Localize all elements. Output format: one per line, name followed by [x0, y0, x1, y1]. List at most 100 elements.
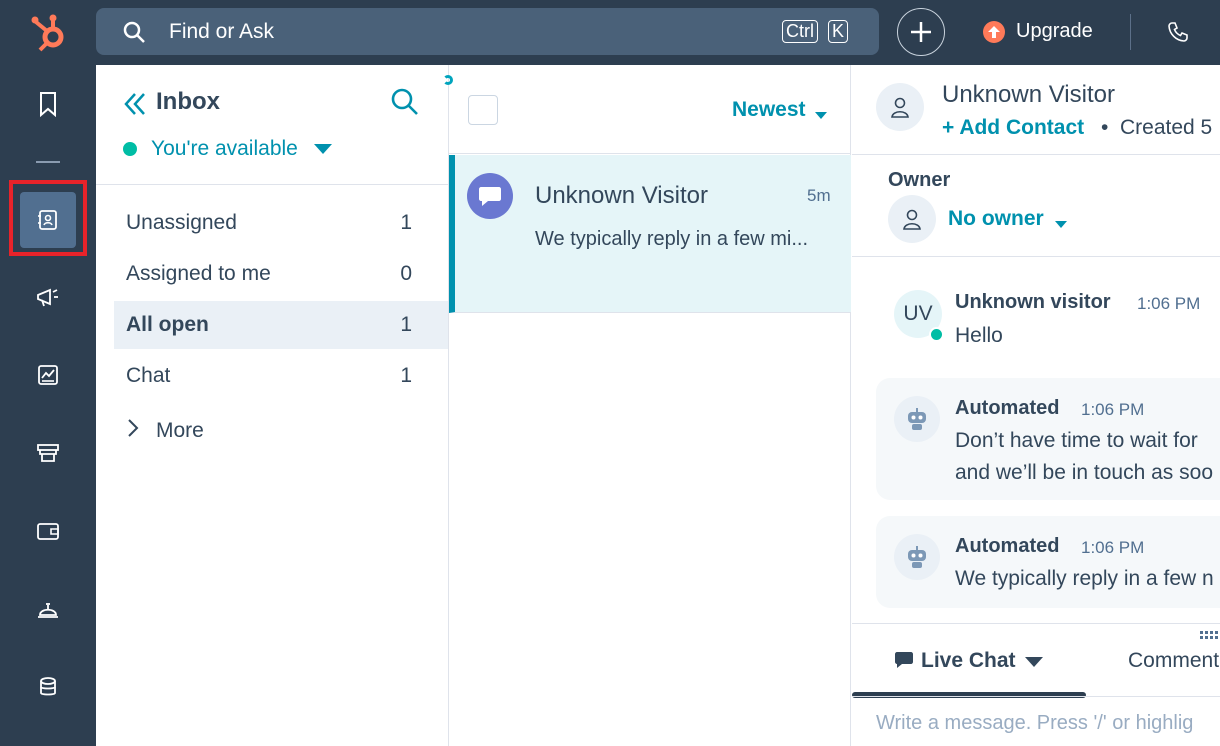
owner-avatar — [888, 195, 936, 243]
contact-avatar — [876, 83, 924, 131]
filter-label: Chat — [126, 364, 171, 387]
chevron-right-icon[interactable] — [126, 417, 140, 444]
filter-label: Unassigned — [126, 211, 237, 234]
tab-comment[interactable]: Comment — [1128, 649, 1219, 673]
filter-assigned-to-me[interactable]: Assigned to me 0 — [114, 250, 448, 298]
filter-label: All open — [126, 313, 209, 336]
active-tab-indicator — [852, 692, 1086, 698]
conversation-contact-name: Unknown Visitor — [535, 182, 708, 209]
sort-dropdown[interactable]: Newest — [732, 98, 806, 122]
availability-dropdown[interactable]: You're available — [151, 137, 298, 161]
user-icon — [903, 209, 921, 230]
message-text: and we’ll be in touch as soo — [955, 461, 1213, 484]
hubspot-logo-icon[interactable] — [28, 10, 72, 54]
message-text: Don’t have time to wait for — [955, 429, 1198, 452]
caret-down-icon[interactable] — [1055, 216, 1067, 234]
robot-icon — [894, 396, 940, 442]
data-icon — [40, 677, 56, 696]
filter-count: 1 — [400, 364, 412, 387]
message-author: Unknown visitor — [955, 291, 1111, 313]
owner-dropdown[interactable]: No owner — [948, 207, 1044, 231]
caret-down-icon[interactable] — [815, 107, 827, 125]
composer-divider — [852, 623, 1220, 624]
service-nav-item[interactable] — [20, 581, 76, 637]
created-date: Created 5 — [1120, 116, 1213, 139]
shortcut-ctrl-key: Ctrl — [782, 20, 818, 43]
wallet-icon — [37, 523, 59, 540]
reports-nav-item[interactable] — [20, 347, 76, 403]
global-search-bar[interactable]: Find or Ask Ctrl K — [96, 8, 879, 55]
inbox-search-icon[interactable] — [390, 87, 420, 122]
filter-count: 1 — [400, 313, 412, 336]
message-time: 1:06 PM — [1137, 294, 1201, 313]
select-all-checkbox[interactable] — [468, 95, 498, 125]
online-status-dot — [929, 327, 944, 342]
bookmarks-nav-item[interactable] — [20, 76, 76, 132]
filter-label: Assigned to me — [126, 262, 271, 285]
inbox-divider — [96, 184, 448, 185]
filter-count: 0 — [400, 262, 412, 285]
caret-down-icon[interactable] — [1024, 655, 1044, 673]
search-icon — [122, 20, 146, 49]
message-author: Automated — [955, 397, 1060, 419]
message-time: 1:06 PM — [1081, 538, 1145, 557]
search-placeholder: Find or Ask — [169, 20, 275, 43]
message-composer-input[interactable]: Write a message. Press '/' or highlig — [876, 712, 1193, 735]
rail-divider — [36, 161, 60, 163]
upgrade-arrow-icon[interactable] — [982, 20, 1006, 49]
conversation-preview: We typically reply in a few mi... — [535, 228, 809, 250]
automated-message: Automated 1:06 PM Don’t have time to wai… — [876, 378, 1220, 500]
caret-down-icon[interactable] — [313, 142, 333, 160]
shortcut-k-key: K — [828, 20, 849, 43]
user-icon — [891, 97, 909, 118]
data-nav-item[interactable] — [20, 659, 76, 715]
filter-count: 1 — [400, 211, 412, 234]
upgrade-button[interactable]: Upgrade — [1016, 20, 1093, 43]
filter-chat[interactable]: Chat 1 — [114, 352, 448, 400]
filter-all-open[interactable]: All open 1 — [114, 301, 448, 349]
message-author: Automated — [955, 535, 1060, 557]
filter-unassigned[interactable]: Unassigned 1 — [114, 199, 448, 247]
robot-icon — [894, 534, 940, 580]
availability-status-dot — [123, 142, 137, 156]
chat-bubble-icon — [467, 173, 513, 219]
owner-label: Owner — [888, 169, 951, 191]
marketing-icon — [37, 288, 58, 307]
create-new-button[interactable] — [897, 8, 945, 56]
conversation-list-header: Newest — [443, 65, 851, 154]
automated-message: Automated 1:06 PM We typically reply in … — [876, 516, 1220, 608]
marketing-nav-item[interactable] — [20, 269, 76, 325]
conversation-detail: Unknown Visitor + Add Contact • Created … — [852, 65, 1220, 746]
contact-title: Unknown Visitor — [942, 81, 1115, 108]
separator-bullet: • — [1101, 116, 1109, 139]
collapse-panel-icon[interactable] — [123, 91, 147, 122]
message-text: Hello — [955, 324, 1003, 347]
owner-divider — [852, 256, 1220, 257]
topbar-divider — [1130, 14, 1131, 50]
inbox-panel: Inbox You're available Unassigned 1 Assi… — [96, 65, 449, 746]
phone-icon[interactable] — [1166, 20, 1190, 49]
bookmark-icon — [40, 92, 56, 117]
more-filters-button[interactable]: More — [156, 419, 204, 443]
resize-grip-icon[interactable] — [1200, 628, 1220, 646]
message-text: We typically reply in a few n — [955, 567, 1214, 590]
tab-live-chat[interactable]: Live Chat — [921, 649, 1016, 673]
left-navigation-rail — [0, 65, 96, 746]
chat-bubble-icon — [894, 650, 914, 675]
wallet-nav-item[interactable] — [20, 503, 76, 559]
tab-divider — [852, 696, 1220, 697]
conversation-timestamp: 5m — [807, 186, 831, 205]
reports-icon — [38, 365, 58, 385]
loading-indicator — [443, 75, 453, 85]
conversation-row[interactable]: Unknown Visitor 5m We typically reply in… — [449, 155, 851, 313]
top-navigation-bar: Find or Ask Ctrl K Upgrade — [0, 0, 1220, 65]
service-icon — [38, 603, 58, 618]
message-time: 1:06 PM — [1081, 400, 1145, 419]
inbox-title: Inbox — [156, 88, 220, 115]
active-nav-highlight — [9, 180, 87, 256]
add-contact-button[interactable]: + Add Contact — [942, 116, 1084, 140]
header-divider — [852, 154, 1220, 155]
commerce-icon — [37, 444, 59, 462]
commerce-nav-item[interactable] — [20, 425, 76, 481]
conversation-list: Newest Unknown Visitor 5m We typically r… — [443, 65, 851, 746]
